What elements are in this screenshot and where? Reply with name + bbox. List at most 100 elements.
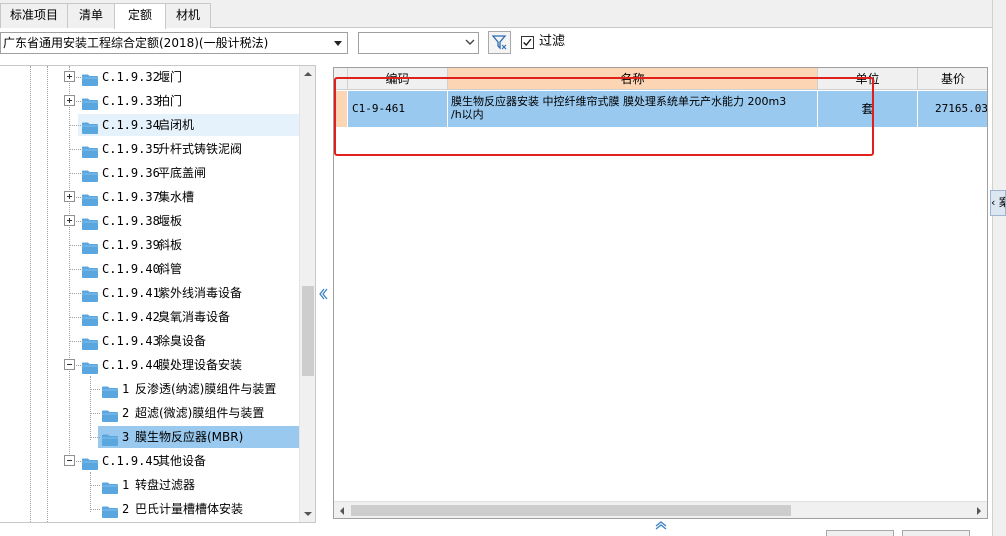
scroll-left-icon[interactable] <box>334 502 351 518</box>
tree-item-label: 除臭设备 <box>158 334 207 348</box>
folder-icon <box>82 239 98 254</box>
quota-library-value: 广东省通用安装工程综合定额(2018)(一般计税法) <box>3 36 269 50</box>
tree-item[interactable]: C.1.9.36 平底盖闸 <box>78 162 299 184</box>
tree-item[interactable]: C.1.9.43 除臭设备 <box>78 330 299 352</box>
tree-item-label: 膜生物反应器(MBR) <box>135 430 244 444</box>
tree-item-label: 反渗透(纳滤)膜组件与装置 <box>135 382 277 396</box>
expand-plus-icon[interactable] <box>64 95 75 106</box>
tree-item-label: 集水槽 <box>158 190 195 204</box>
tree-item[interactable]: 2 巴氏计量槽槽体安装 <box>98 498 299 520</box>
folder-icon <box>102 383 118 398</box>
scroll-right-icon[interactable] <box>970 502 987 518</box>
column-header-price[interactable]: 基价 <box>918 68 987 90</box>
folder-icon <box>82 167 98 182</box>
tree-item-code: C.1.9.34 <box>102 118 160 132</box>
expand-plus-icon[interactable] <box>64 71 75 82</box>
folder-icon <box>102 431 118 446</box>
folder-icon <box>82 263 98 278</box>
tree-item[interactable]: C.1.9.38 堰板 <box>78 210 299 232</box>
folder-icon <box>82 455 98 470</box>
tree-item-code: C.1.9.40 <box>102 262 160 276</box>
tree-item-label: 拍门 <box>158 94 183 108</box>
scroll-up-icon[interactable] <box>300 66 315 82</box>
folder-icon <box>82 287 98 302</box>
tree-item-code: C.1.9.45 <box>102 454 160 468</box>
bottom-button-1[interactable] <box>826 530 894 536</box>
tree-item-label: 堰板 <box>158 214 183 228</box>
tree-item-label: 超滤(微滤)膜组件与装置 <box>135 406 265 420</box>
tree-item-label: 其他设备 <box>158 454 207 468</box>
tree-item[interactable]: C.1.9.35 升杆式铸铁泥阀 <box>78 138 299 160</box>
tree-item[interactable]: C.1.9.44 膜处理设备安装 <box>78 354 299 376</box>
folder-icon <box>82 335 98 350</box>
cell-price[interactable]: 27165.03 <box>918 91 987 127</box>
tab-standard-items[interactable]: 标准项目 <box>0 3 68 28</box>
bottom-button-2[interactable] <box>902 530 970 536</box>
grid-horizontal-scrollbar[interactable] <box>334 501 987 518</box>
collapse-minus-icon[interactable] <box>64 359 75 370</box>
chevron-down-icon[interactable] <box>465 37 475 47</box>
tree-item-code: 2 <box>122 406 130 420</box>
folder-icon <box>102 407 118 422</box>
tree-item[interactable]: C.1.9.40 斜管 <box>78 258 299 280</box>
tree-item-code: C.1.9.39 <box>102 238 160 252</box>
expand-plus-icon[interactable] <box>64 215 75 226</box>
grid-scroll-thumb[interactable] <box>351 505 791 516</box>
tree-item[interactable]: C.1.9.37 集水槽 <box>78 186 299 208</box>
tree-item[interactable]: C.1.9.33 拍门 <box>78 90 299 112</box>
tree-item[interactable]: C.1.9.32 堰门 <box>78 66 299 88</box>
chapter-tree: C.1.9.32 堰门 C.1.9.33 拍门 C.1.9.34 启闭机 C.1.9.35 升… <box>0 65 316 523</box>
tree-item-code: C.1.9.36 <box>102 166 160 180</box>
tree-item-code: C.1.9.38 <box>102 214 160 228</box>
folder-icon <box>82 95 98 110</box>
collapse-minus-icon[interactable] <box>64 455 75 466</box>
window-scrollbar[interactable] <box>992 0 1006 536</box>
tree-item-code: C.1.9.35 <box>102 142 160 156</box>
tree-scrollbar[interactable] <box>299 66 315 522</box>
dropdown-arrow-icon[interactable] <box>329 33 347 53</box>
tree-item-label: 斜板 <box>158 238 183 252</box>
tree-item[interactable]: C.1.9.39 斜板 <box>78 234 299 256</box>
collapse-left-icon[interactable] <box>318 287 328 301</box>
tree-item-code: C.1.9.41 <box>102 286 160 300</box>
tree-item-code: C.1.9.42 <box>102 310 160 324</box>
tree-item[interactable]: 3 膜生物反应器(MBR) <box>98 426 299 448</box>
tree-scroll-thumb[interactable] <box>302 286 314 376</box>
tree-item-code: C.1.9.37 <box>102 190 160 204</box>
expand-up-icon[interactable] <box>654 520 668 530</box>
quota-library-select[interactable]: 广东省通用安装工程综合定额(2018)(一般计税法) <box>0 32 348 54</box>
tab-quota[interactable]: 定额 <box>114 3 166 29</box>
folder-icon <box>82 215 98 230</box>
tree-item-code: 2 <box>122 502 130 516</box>
tree-item-code: C.1.9.32 <box>102 70 160 84</box>
scroll-down-icon[interactable] <box>300 506 315 522</box>
tree-item-label: 堰门 <box>158 70 183 84</box>
filter-checkbox[interactable] <box>521 36 534 49</box>
tree-item[interactable]: 2 超滤(微滤)膜组件与装置 <box>98 402 299 424</box>
checkmark-icon <box>523 38 532 47</box>
tree-item-code: 1 <box>122 382 130 396</box>
side-panel-toggle[interactable]: ‹ 案 <box>990 190 1006 216</box>
folder-icon <box>102 503 118 518</box>
expand-plus-icon[interactable] <box>64 191 75 202</box>
tree-item-label: 转盘过滤器 <box>135 478 196 492</box>
tree-item[interactable]: C.1.9.41 紫外线消毒设备 <box>78 282 299 304</box>
tab-bill[interactable]: 清单 <box>67 3 115 28</box>
tree-item-label: 巴氏计量槽槽体安装 <box>135 502 244 516</box>
tree-item[interactable]: C.1.9.34 启闭机 <box>78 114 299 136</box>
tab-materials[interactable]: 材机 <box>165 3 211 28</box>
tree-item-label: 臭氧消毒设备 <box>158 310 231 324</box>
folder-icon <box>82 311 98 326</box>
tree-item[interactable]: C.1.9.42 臭氧消毒设备 <box>78 306 299 328</box>
tree-item[interactable]: 1 反渗透(纳滤)膜组件与装置 <box>98 378 299 400</box>
tree-item-code: C.1.9.33 <box>102 94 160 108</box>
filter-combo[interactable] <box>358 32 479 54</box>
tree-item-code: C.1.9.44 <box>102 358 160 372</box>
folder-icon <box>82 119 98 134</box>
folder-icon <box>102 479 118 494</box>
tree-item-label: 升杆式铸铁泥阀 <box>158 142 243 156</box>
tree-item[interactable]: 1 转盘过滤器 <box>98 474 299 496</box>
filter-button[interactable] <box>488 31 511 54</box>
tab-bar: 标准项目 清单 定额 材机 <box>0 0 992 29</box>
tree-item[interactable]: C.1.9.45 其他设备 <box>78 450 299 472</box>
